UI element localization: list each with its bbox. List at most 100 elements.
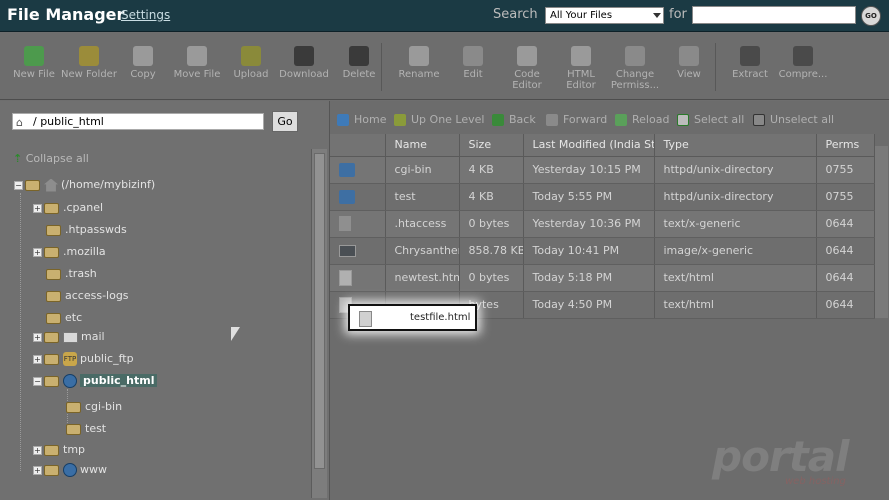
code-editor-icon bbox=[517, 46, 537, 66]
reload-button[interactable]: Reload bbox=[615, 113, 669, 126]
file-modified-cell: Today 5:55 PM bbox=[523, 183, 655, 211]
forward-button[interactable]: Forward bbox=[546, 113, 607, 126]
file-name-cell[interactable]: Chrysanthem bbox=[385, 237, 460, 265]
file-name-cell[interactable]: test bbox=[385, 183, 460, 211]
drag-item-name: testfile.html bbox=[410, 312, 471, 323]
toolbar-label: View bbox=[677, 69, 701, 80]
tree-item-label: .mozilla bbox=[63, 245, 106, 258]
table-row[interactable]: .htaccess 0 bytes Yesterday 10:36 PM text/x… bbox=[330, 210, 875, 238]
table-row[interactable]: test 4 KB Today 5:55 PM httpd/unix-director… bbox=[330, 183, 875, 211]
compress-button[interactable]: Compre... bbox=[775, 46, 831, 80]
tree-item-tmp[interactable]: + tmp bbox=[33, 442, 85, 458]
delete-button[interactable]: Delete bbox=[331, 46, 387, 80]
home-nav-button[interactable]: Home bbox=[337, 113, 386, 126]
change-permissions-button[interactable]: Change Permiss... bbox=[607, 46, 663, 91]
for-label: for bbox=[669, 7, 687, 22]
up-one-level-button[interactable]: Up One Level bbox=[394, 113, 484, 126]
rename-button[interactable]: Rename bbox=[391, 46, 447, 80]
folder-icon bbox=[46, 290, 61, 302]
up-folder-icon bbox=[394, 114, 406, 126]
toolbar-label: Edit bbox=[463, 69, 483, 80]
column-header-name[interactable]: Name bbox=[385, 134, 460, 157]
file-icon-cell bbox=[330, 237, 386, 265]
file-type-cell: text/x-generic bbox=[654, 210, 817, 238]
view-button[interactable]: View bbox=[661, 46, 717, 80]
table-row[interactable]: Chrysanthem858.78 KBToday 10:41 PMimage/… bbox=[330, 237, 875, 265]
tree-item-public-ftp[interactable]: + FTP public_ftp bbox=[33, 351, 134, 367]
watermark-subtitle: web hosting bbox=[785, 476, 846, 487]
edit-button[interactable]: Edit bbox=[445, 46, 501, 80]
path-go-button[interactable]: Go bbox=[272, 111, 298, 132]
file-list-scrollbar[interactable] bbox=[875, 146, 888, 318]
move-file-button[interactable]: Move File bbox=[169, 46, 225, 80]
tree-item-trash[interactable]: .trash bbox=[46, 266, 97, 282]
expand-toggle[interactable]: + bbox=[33, 354, 42, 364]
upload-button[interactable]: Upload bbox=[223, 46, 279, 80]
home-icon bbox=[337, 114, 349, 126]
table-row[interactable]: cgi-bin 4 KB Yesterday 10:15 PM httpd/unix-… bbox=[330, 156, 875, 184]
drag-item[interactable]: testfile.html bbox=[348, 304, 477, 331]
collapse-toggle[interactable]: − bbox=[33, 376, 42, 386]
tree-root[interactable]: − (/home/mybizinf) bbox=[14, 177, 155, 193]
new-folder-button[interactable]: New Folder bbox=[61, 46, 117, 80]
tree-item-label: access-logs bbox=[65, 289, 129, 302]
unselect-all-label: Unselect all bbox=[770, 113, 835, 126]
new-file-button[interactable]: New File bbox=[6, 46, 62, 80]
column-header-type[interactable]: Type bbox=[654, 134, 817, 157]
tree-item-www[interactable]: + www bbox=[33, 462, 107, 478]
expand-toggle[interactable]: + bbox=[33, 445, 42, 455]
search-scope-select[interactable]: All Your Files bbox=[545, 7, 664, 24]
file-name-cell[interactable]: cgi-bin bbox=[385, 156, 460, 184]
file-name-cell[interactable]: .htaccess bbox=[385, 210, 460, 238]
settings-link[interactable]: Settings bbox=[121, 8, 170, 22]
collapse-toggle[interactable]: − bbox=[14, 180, 23, 190]
collapse-icon: ⇡ bbox=[13, 152, 23, 165]
search-input[interactable] bbox=[692, 6, 856, 24]
tree-item-mozilla[interactable]: + .mozilla bbox=[33, 244, 106, 260]
folder-icon bbox=[66, 423, 81, 435]
collapse-all-link[interactable]: ⇡ Collapse all bbox=[13, 152, 89, 165]
tree-scrollbar[interactable] bbox=[311, 149, 327, 498]
column-header-size[interactable]: Size bbox=[459, 134, 524, 157]
tree-item-cgi-bin[interactable]: cgi-bin bbox=[66, 399, 122, 415]
column-header-modified[interactable]: Last Modified (India Stand bbox=[523, 134, 655, 157]
mail-icon bbox=[63, 331, 78, 343]
code-editor-button[interactable]: Code Editor bbox=[499, 46, 555, 91]
file-size-cell: 0 bytes bbox=[459, 264, 524, 292]
ftp-icon: FTP bbox=[63, 352, 77, 366]
path-input[interactable]: ⌂ / public_html bbox=[12, 113, 264, 130]
checkbox-empty-icon bbox=[753, 114, 765, 126]
reload-label: Reload bbox=[632, 113, 670, 126]
forward-arrow-icon bbox=[546, 114, 558, 126]
expand-toggle[interactable]: + bbox=[33, 465, 42, 475]
file-type-cell: text/html bbox=[654, 291, 817, 319]
file-name-cell[interactable]: newtest.html bbox=[385, 264, 460, 292]
download-button[interactable]: Download bbox=[276, 46, 332, 80]
table-row[interactable]: newtest.html0 bytesToday 5:18 PMtext/htm… bbox=[330, 264, 875, 292]
download-icon bbox=[294, 46, 314, 66]
search-go-button[interactable]: GO bbox=[861, 6, 881, 26]
tree-item-cpanel[interactable]: + .cpanel bbox=[33, 200, 103, 216]
folder-icon bbox=[44, 444, 59, 456]
extract-button[interactable]: Extract bbox=[722, 46, 778, 80]
copy-button[interactable]: Copy bbox=[115, 46, 171, 80]
select-all-button[interactable]: Select all bbox=[677, 113, 744, 126]
html-editor-button[interactable]: HTML Editor bbox=[553, 46, 609, 91]
scrollbar-thumb[interactable] bbox=[314, 153, 325, 469]
expand-toggle[interactable]: + bbox=[33, 203, 42, 213]
expand-toggle[interactable]: + bbox=[33, 332, 42, 342]
watermark-text: portal bbox=[712, 432, 849, 481]
html-file-icon bbox=[359, 311, 372, 327]
column-header-perms[interactable]: Perms bbox=[816, 134, 875, 157]
back-button[interactable]: Back bbox=[492, 113, 536, 126]
tree-item-public-html[interactable]: − public_html bbox=[33, 373, 158, 389]
unselect-all-button[interactable]: Unselect all bbox=[753, 113, 834, 126]
tree-item-test[interactable]: test bbox=[66, 421, 106, 437]
tree-item-access-logs[interactable]: access-logs bbox=[46, 288, 129, 304]
toolbar-label: Copy bbox=[130, 69, 156, 80]
tree-item-mail[interactable]: + mail bbox=[33, 329, 105, 345]
tree-item-etc[interactable]: etc bbox=[46, 310, 82, 326]
expand-toggle[interactable]: + bbox=[33, 247, 42, 257]
tree-item-label: etc bbox=[65, 311, 83, 324]
tree-item-htpasswds[interactable]: .htpasswds bbox=[46, 222, 127, 238]
